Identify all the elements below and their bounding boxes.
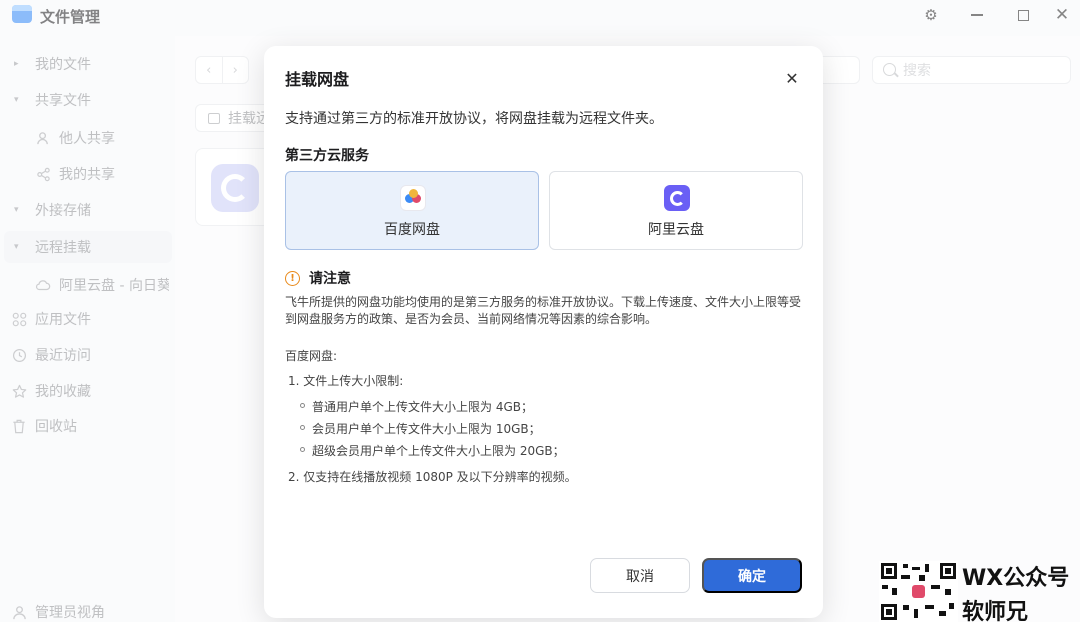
- mount-netdisk-dialog: 挂载网盘 ✕ 支持通过第三方的标准开放协议，将网盘挂载为远程文件夹。 第三方云服…: [264, 46, 823, 618]
- option-baidu-netdisk[interactable]: 百度网盘: [285, 171, 539, 250]
- list-item: 2. 仅支持在线播放视频 1080P 及以下分辨率的视频。: [288, 470, 577, 484]
- cancel-button[interactable]: 取消: [590, 558, 690, 593]
- close-icon[interactable]: ✕: [782, 68, 802, 88]
- option-label: 百度网盘: [384, 222, 440, 238]
- aliyun-drive-icon: [664, 185, 690, 211]
- dialog-description: 支持通过第三方的标准开放协议，将网盘挂载为远程文件夹。: [285, 111, 663, 127]
- dialog-title: 挂载网盘: [285, 70, 350, 89]
- bullet-icon: [300, 425, 305, 430]
- bullet-icon: [300, 447, 305, 452]
- list-item: 1. 文件上传大小限制:: [288, 374, 404, 388]
- notice-header: ! 请注意: [285, 268, 351, 288]
- section-title: 第三方云服务: [285, 148, 369, 164]
- qr-code: [879, 561, 958, 622]
- bullet-icon: [300, 403, 305, 408]
- notice-title: 请注意: [309, 271, 351, 287]
- confirm-button[interactable]: 确定: [702, 558, 802, 593]
- baidu-section-title: 百度网盘:: [285, 349, 338, 363]
- option-label: 阿里云盘: [648, 222, 704, 238]
- watermark-line1: WX公众号: [962, 566, 1070, 591]
- watermark-line2: 软师兄: [962, 600, 1029, 622]
- info-icon: !: [285, 270, 300, 286]
- option-aliyun-drive[interactable]: 阿里云盘: [549, 171, 803, 250]
- notice-text: 飞牛所提供的网盘功能均使用的是第三方服务的标准开放协议。下载上传速度、文件大小上…: [285, 295, 802, 326]
- baidu-netdisk-icon: [400, 185, 426, 211]
